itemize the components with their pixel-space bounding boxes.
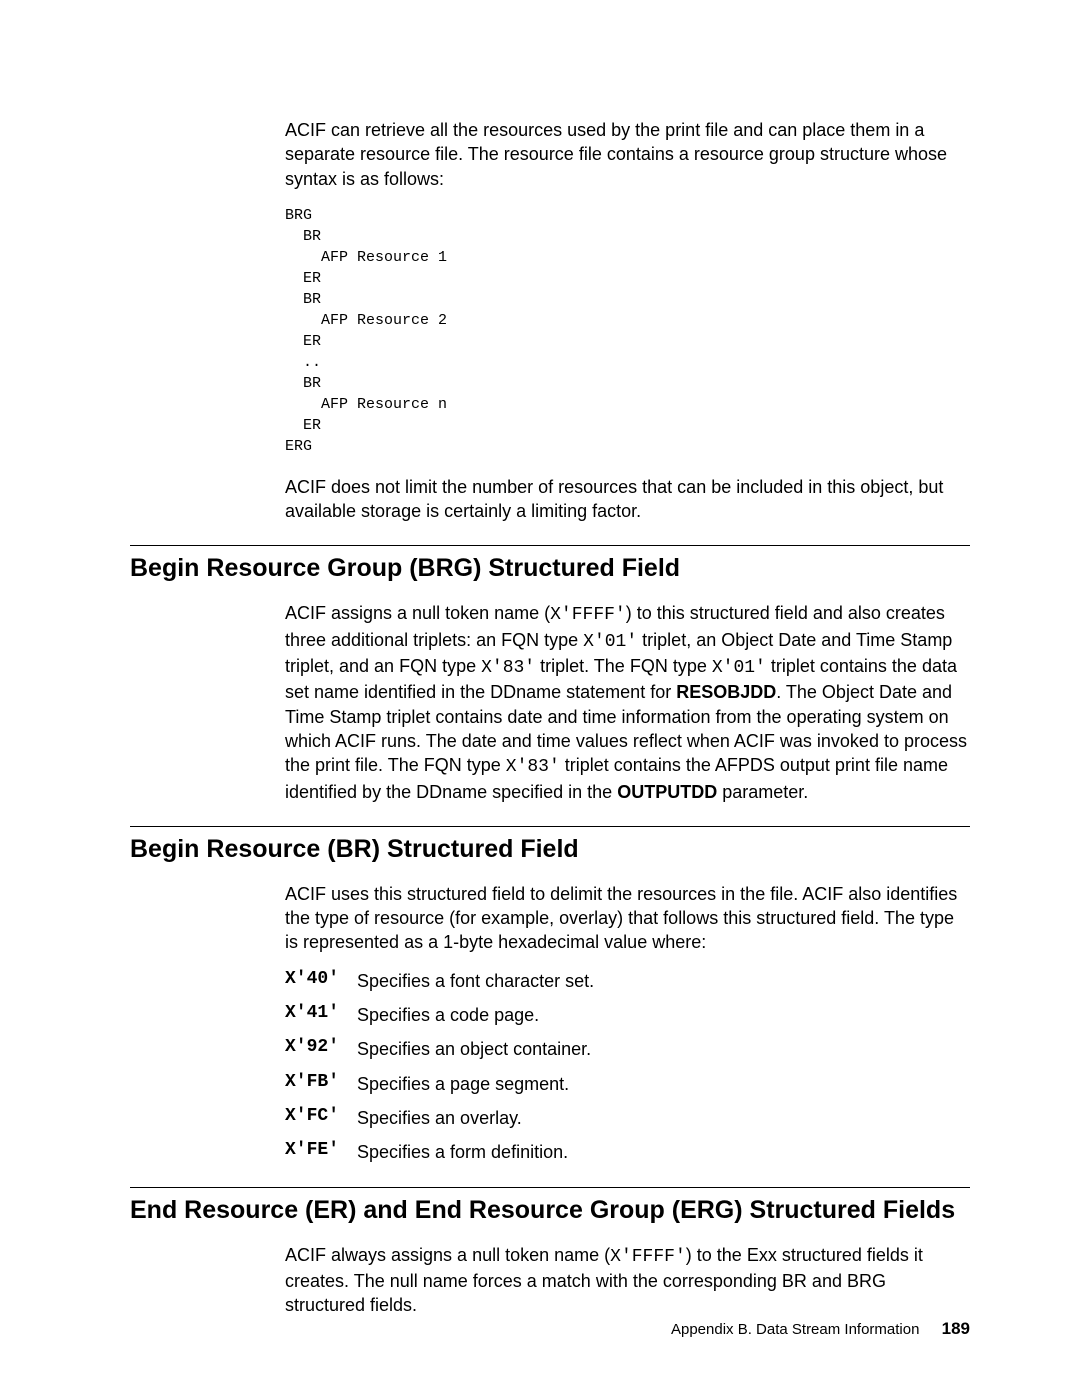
page: ACIF can retrieve all the resources used… bbox=[0, 0, 1080, 1397]
text: ACIF assigns a null token name ( bbox=[285, 603, 550, 623]
code-inline: X'01' bbox=[712, 658, 766, 678]
text: ACIF always assigns a null token name ( bbox=[285, 1245, 610, 1265]
text: triplet. The FQN type bbox=[535, 656, 712, 676]
list-item: X'41' Specifies a code page. bbox=[285, 1003, 970, 1027]
list-item: X'92' Specifies an object container. bbox=[285, 1037, 970, 1061]
def-desc: Specifies a code page. bbox=[357, 1003, 539, 1027]
def-desc: Specifies an object container. bbox=[357, 1037, 591, 1061]
def-desc: Specifies a form definition. bbox=[357, 1140, 568, 1164]
text: parameter. bbox=[717, 782, 808, 802]
code-inline: X'83' bbox=[481, 658, 535, 678]
def-term: X'FB' bbox=[285, 1072, 357, 1096]
code-inline: X'83' bbox=[506, 757, 560, 777]
list-item: X'FB' Specifies a page segment. bbox=[285, 1072, 970, 1096]
list-item: X'40' Specifies a font character set. bbox=[285, 969, 970, 993]
section-heading-er-erg: End Resource (ER) and End Resource Group… bbox=[130, 1196, 970, 1225]
def-term: X'FC' bbox=[285, 1106, 357, 1130]
bold-text: RESOBJDD bbox=[676, 682, 776, 702]
definition-list: X'40' Specifies a font character set. X'… bbox=[285, 969, 970, 1165]
def-desc: Specifies a page segment. bbox=[357, 1072, 569, 1096]
brg-paragraph: ACIF assigns a null token name (X'FFFF')… bbox=[285, 601, 970, 803]
def-term: X'40' bbox=[285, 969, 357, 993]
list-item: X'FE' Specifies a form definition. bbox=[285, 1140, 970, 1164]
def-term: X'41' bbox=[285, 1003, 357, 1027]
code-inline: X'FFFF' bbox=[550, 605, 626, 625]
section-divider bbox=[130, 545, 970, 546]
intro-paragraph-1: ACIF can retrieve all the resources used… bbox=[285, 118, 970, 191]
def-desc: Specifies an overlay. bbox=[357, 1106, 522, 1130]
bold-text: OUTPUTDD bbox=[617, 782, 717, 802]
section-divider bbox=[130, 1187, 970, 1188]
section-heading-br: Begin Resource (BR) Structured Field bbox=[130, 835, 970, 864]
code-inline: X'01' bbox=[583, 632, 637, 652]
er-erg-paragraph: ACIF always assigns a null token name (X… bbox=[285, 1243, 970, 1318]
br-paragraph: ACIF uses this structured field to delim… bbox=[285, 882, 970, 955]
list-item: X'FC' Specifies an overlay. bbox=[285, 1106, 970, 1130]
def-desc: Specifies a font character set. bbox=[357, 969, 594, 993]
section-divider bbox=[130, 826, 970, 827]
page-footer: Appendix B. Data Stream Information 189 bbox=[671, 1319, 970, 1339]
intro-paragraph-2: ACIF does not limit the number of resour… bbox=[285, 475, 970, 524]
syntax-code-block: BRG BR AFP Resource 1 ER BR AFP Resource… bbox=[285, 205, 970, 457]
code-inline: X'FFFF' bbox=[610, 1247, 686, 1267]
page-number: 189 bbox=[942, 1319, 970, 1338]
section-heading-brg: Begin Resource Group (BRG) Structured Fi… bbox=[130, 554, 970, 583]
def-term: X'FE' bbox=[285, 1140, 357, 1164]
def-term: X'92' bbox=[285, 1037, 357, 1061]
footer-label: Appendix B. Data Stream Information bbox=[671, 1321, 919, 1338]
